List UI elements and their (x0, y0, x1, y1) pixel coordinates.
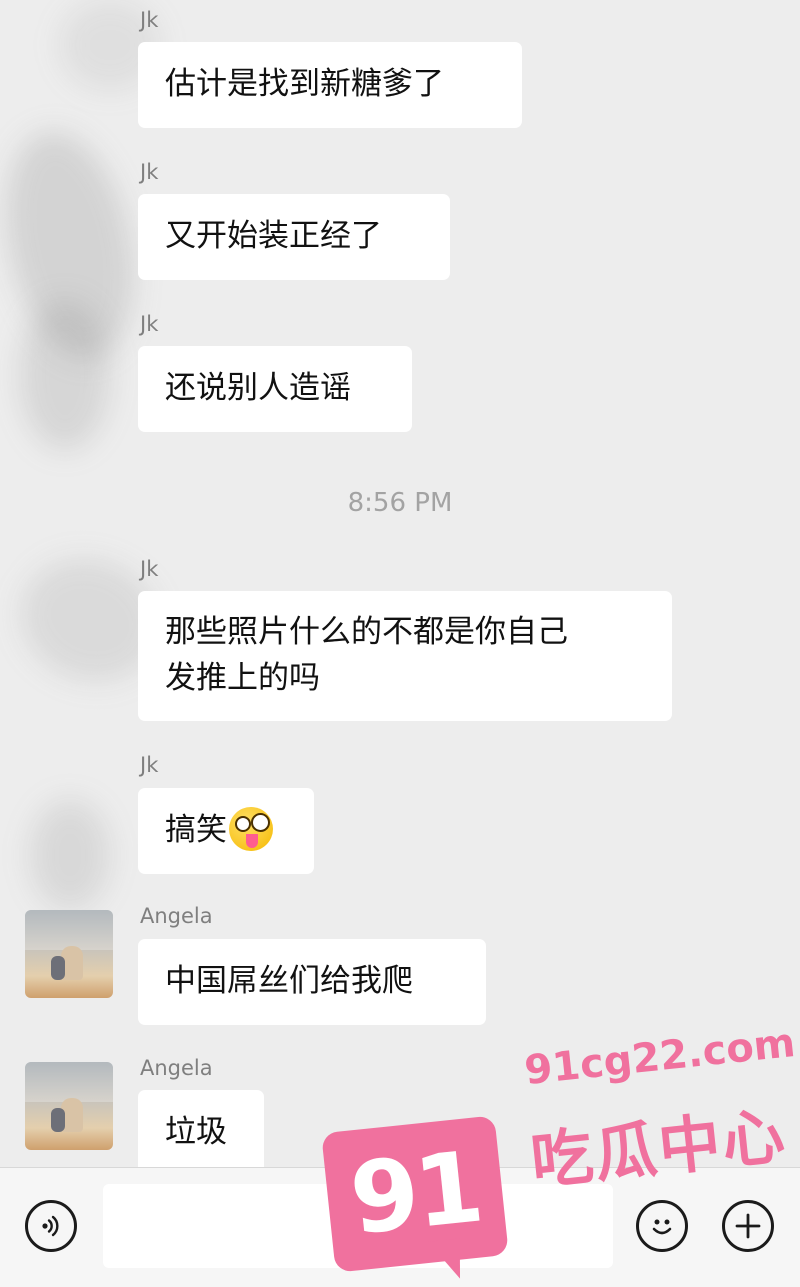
message-bubble[interactable]: 那些照片什么的不都是你自己 发推上的吗 (138, 591, 672, 721)
sender-name: Angela (140, 1056, 213, 1080)
message-text: 还说别人造谣 (165, 370, 351, 406)
message-bubble[interactable]: 垃圾 (138, 1090, 264, 1176)
voice-button[interactable] (25, 1200, 77, 1252)
sender-name: Jk (140, 8, 159, 32)
sender-name: Jk (140, 160, 159, 184)
background-ink-wash (20, 300, 110, 450)
background-ink-wash (0, 120, 153, 370)
zany-face-emoji-icon (229, 806, 273, 851)
plus-icon (735, 1213, 761, 1239)
watermark-badge-text: 91 (345, 1130, 485, 1258)
sender-name: Angela (140, 904, 213, 928)
watermark-badge-tail (427, 1238, 465, 1282)
message-text: 发推上的吗 (165, 660, 320, 696)
sender-name: Jk (140, 312, 159, 336)
message-bubble[interactable]: 搞笑 (138, 788, 314, 874)
message-bubble[interactable]: 又开始装正经了 (138, 194, 450, 280)
message-bubble[interactable]: 还说别人造谣 (138, 346, 412, 432)
message-text: 中国屌丝们给我爬 (165, 963, 413, 999)
avatar[interactable] (25, 910, 113, 998)
message-bubble[interactable]: 估计是找到新糖爹了 (138, 42, 522, 128)
chat-timestamp: 8:56 PM (347, 488, 453, 518)
message-text: 估计是找到新糖爹了 (165, 66, 444, 102)
sender-name: Jk (140, 753, 159, 777)
smiley-icon (652, 1219, 672, 1235)
sender-name: Jk (140, 557, 159, 581)
watermark-badge: 91 (321, 1115, 509, 1273)
background-ink-wash (30, 800, 110, 910)
avatar[interactable] (25, 1062, 113, 1150)
message-text: 那些照片什么的不都是你自己 (165, 614, 568, 650)
message-text: 垃圾 (165, 1114, 227, 1150)
message-text: 又开始装正经了 (165, 218, 382, 254)
emoji-button[interactable] (636, 1200, 688, 1252)
watermark-domain: 91cg22.com (522, 1019, 798, 1095)
voice-icon (42, 1215, 59, 1237)
more-button[interactable] (722, 1200, 774, 1252)
message-text: 搞笑 (165, 812, 227, 848)
message-bubble[interactable]: 中国屌丝们给我爬 (138, 939, 486, 1025)
